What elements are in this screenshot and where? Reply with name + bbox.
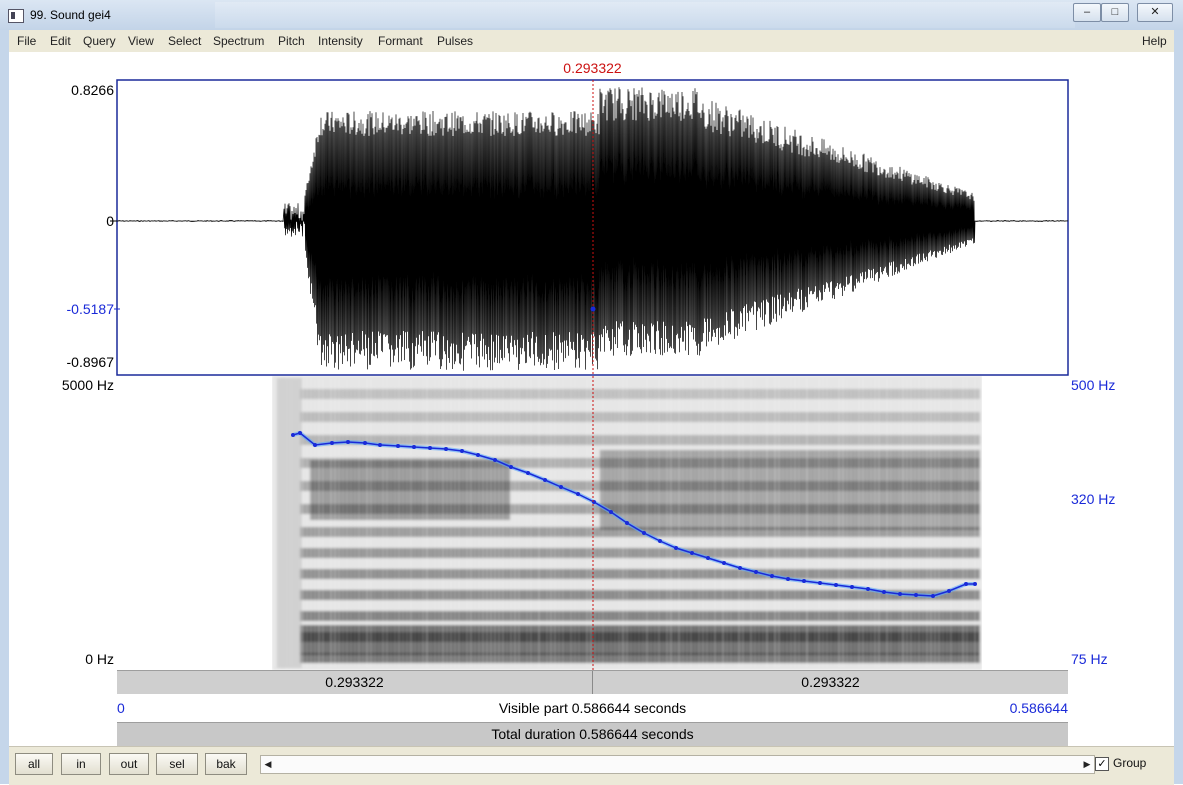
signal-view[interactable]: [0, 0, 1183, 784]
left-segment-duration[interactable]: 0.293322: [117, 674, 592, 690]
visible-part-label: Visible part 0.586644 seconds: [498, 700, 687, 716]
cursor-value-marker: [590, 306, 596, 312]
visible-end-time: 0.586644: [1009, 700, 1068, 716]
group-checkbox[interactable]: ✓: [1095, 757, 1109, 771]
zoom-in-button[interactable]: in: [61, 753, 101, 775]
selection-time-row[interactable]: 0.293322 0.293322: [117, 670, 1068, 694]
bottom-toolbar: all in out sel bak ◀ ▶ ✓ Group: [9, 746, 1174, 785]
visible-part-row[interactable]: 0 Visible part 0.586644 seconds 0.586644: [117, 697, 1068, 721]
group-label: Group: [1113, 756, 1147, 770]
horizontal-scrollbar[interactable]: ◀ ▶: [260, 755, 1095, 774]
total-duration-row[interactable]: Total duration 0.586644 seconds: [117, 722, 1068, 746]
visible-start-time: 0: [117, 700, 125, 716]
scroll-left-arrow-icon[interactable]: ◀: [261, 756, 275, 773]
zoom-selection-button[interactable]: sel: [156, 753, 198, 775]
zoom-back-button[interactable]: bak: [205, 753, 247, 775]
right-segment-duration[interactable]: 0.293322: [593, 674, 1068, 690]
total-duration-label: Total duration 0.586644 seconds: [491, 726, 694, 742]
scroll-right-arrow-icon[interactable]: ▶: [1080, 756, 1094, 773]
zoom-out-button[interactable]: out: [109, 753, 149, 775]
waveform[interactable]: [110, 79, 1069, 376]
zoom-all-button[interactable]: all: [15, 753, 53, 775]
